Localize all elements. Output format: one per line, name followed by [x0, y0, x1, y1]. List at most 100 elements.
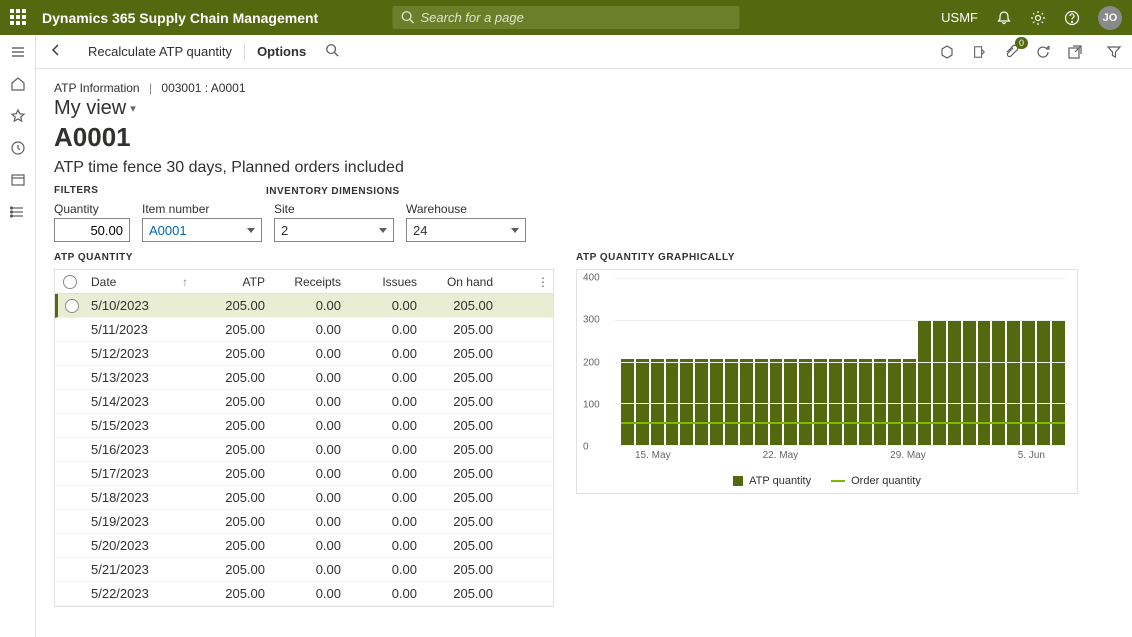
- cell-receipts: 0.00: [271, 418, 347, 433]
- table-row[interactable]: 5/19/2023205.000.000.00205.00: [55, 510, 553, 534]
- search-input[interactable]: [393, 6, 740, 29]
- workspaces-icon[interactable]: [9, 171, 27, 189]
- table-row[interactable]: 5/18/2023205.000.000.00205.00: [55, 486, 553, 510]
- company-picker[interactable]: USMF: [941, 10, 978, 25]
- cell-atp: 205.00: [195, 442, 271, 457]
- chart-bar: [859, 359, 872, 445]
- home-icon[interactable]: [9, 75, 27, 93]
- hamburger-icon[interactable]: [9, 43, 27, 61]
- item-field-group: Item number A0001: [142, 202, 262, 242]
- chart-bar: [814, 359, 827, 445]
- attachments-icon[interactable]: 0: [1002, 43, 1020, 61]
- cell-onhand: 205.00: [423, 514, 499, 529]
- cell-issues: 0.00: [347, 586, 423, 601]
- refresh-icon[interactable]: [1034, 43, 1052, 61]
- chart-bar: [1007, 320, 1020, 445]
- atp-table: Date ↑ ATP Receipts Issues On hand ⋮ 5/1…: [54, 269, 554, 607]
- col-receipts[interactable]: Receipts: [271, 275, 347, 289]
- table-row[interactable]: 5/21/2023205.000.000.00205.00: [55, 558, 553, 582]
- table-row[interactable]: 5/11/2023205.000.000.00205.00: [55, 318, 553, 342]
- more-columns-icon[interactable]: ⋮: [537, 275, 549, 289]
- cell-receipts: 0.00: [271, 490, 347, 505]
- cell-issues: 0.00: [347, 538, 423, 553]
- popout-icon[interactable]: [1066, 43, 1084, 61]
- bell-icon[interactable]: [996, 10, 1012, 26]
- atp-quantity-label: ATP QUANTITY: [54, 252, 554, 263]
- cell-atp: 205.00: [195, 562, 271, 577]
- table-body[interactable]: 5/10/2023205.000.000.00205.005/11/202320…: [55, 294, 553, 606]
- col-onhand[interactable]: On hand: [423, 275, 499, 289]
- cell-date: 5/14/2023: [85, 394, 175, 409]
- chart-bar: [799, 359, 812, 445]
- col-date[interactable]: Date: [85, 275, 175, 289]
- app-launcher-icon[interactable]: [10, 9, 28, 27]
- table-row[interactable]: 5/13/2023205.000.000.00205.00: [55, 366, 553, 390]
- cell-issues: 0.00: [347, 562, 423, 577]
- cell-receipts: 0.00: [271, 322, 347, 337]
- action-search-icon[interactable]: [322, 43, 342, 60]
- table-row[interactable]: 5/15/2023205.000.000.00205.00: [55, 414, 553, 438]
- personalize-icon[interactable]: [938, 43, 956, 61]
- warehouse-select[interactable]: 24: [406, 218, 526, 242]
- chart-bar: [888, 359, 901, 445]
- gear-icon[interactable]: [1030, 10, 1046, 26]
- modules-icon[interactable]: [9, 203, 27, 221]
- chart-bar: [770, 359, 783, 445]
- cell-onhand: 205.00: [423, 394, 499, 409]
- view-selector[interactable]: My view ▾: [54, 97, 1078, 120]
- funnel-icon[interactable]: [1105, 43, 1123, 61]
- sort-indicator-icon[interactable]: ↑: [175, 275, 195, 289]
- recent-icon[interactable]: [9, 139, 27, 157]
- options-button[interactable]: Options: [247, 35, 316, 68]
- quantity-label: Quantity: [54, 202, 130, 216]
- cell-date: 5/18/2023: [85, 490, 175, 505]
- cell-atp: 205.00: [195, 346, 271, 361]
- search-icon: [401, 10, 415, 27]
- site-label: Site: [274, 202, 394, 216]
- cell-receipts: 0.00: [271, 586, 347, 601]
- cell-date: 5/20/2023: [85, 538, 175, 553]
- table-header: Date ↑ ATP Receipts Issues On hand ⋮: [55, 269, 553, 294]
- app-title: Dynamics 365 Supply Chain Management: [42, 10, 318, 26]
- back-button[interactable]: [48, 42, 72, 61]
- breadcrumb-context: 003001 : A0001: [161, 81, 245, 95]
- breadcrumb-page: ATP Information: [54, 81, 140, 95]
- cell-atp: 205.00: [195, 466, 271, 481]
- help-icon[interactable]: [1064, 10, 1080, 26]
- cell-issues: 0.00: [347, 514, 423, 529]
- table-row[interactable]: 5/17/2023205.000.000.00205.00: [55, 462, 553, 486]
- col-issues[interactable]: Issues: [347, 275, 423, 289]
- quantity-input[interactable]: [54, 218, 130, 242]
- cell-receipts: 0.00: [271, 298, 347, 313]
- cell-date: 5/21/2023: [85, 562, 175, 577]
- chart-bar: [874, 359, 887, 445]
- avatar[interactable]: JO: [1098, 6, 1122, 30]
- item-number-select[interactable]: A0001: [142, 218, 262, 242]
- select-all[interactable]: [55, 275, 85, 289]
- chart-bar: [680, 359, 693, 445]
- table-row[interactable]: 5/16/2023205.000.000.00205.00: [55, 438, 553, 462]
- recalculate-button[interactable]: Recalculate ATP quantity: [78, 35, 242, 68]
- page-subtitle: ATP time fence 30 days, Planned orders i…: [54, 159, 1078, 177]
- site-select[interactable]: 2: [274, 218, 394, 242]
- chart-bar: [755, 359, 768, 445]
- chart-bar: [666, 359, 679, 445]
- cell-onhand: 205.00: [423, 562, 499, 577]
- radio-icon: [65, 299, 79, 313]
- page-options-icon[interactable]: [970, 43, 988, 61]
- command-bar-right: 0: [938, 43, 1084, 61]
- table-row[interactable]: 5/14/2023205.000.000.00205.00: [55, 390, 553, 414]
- table-row[interactable]: 5/20/2023205.000.000.00205.00: [55, 534, 553, 558]
- cell-issues: 0.00: [347, 442, 423, 457]
- row-select[interactable]: [58, 299, 85, 313]
- top-header: Dynamics 365 Supply Chain Management USM…: [0, 0, 1132, 35]
- legend-atp-swatch: [733, 476, 743, 486]
- table-row[interactable]: 5/12/2023205.000.000.00205.00: [55, 342, 553, 366]
- star-icon[interactable]: [9, 107, 27, 125]
- col-atp[interactable]: ATP: [195, 275, 271, 289]
- chart-bar: [784, 359, 797, 445]
- record-id-title: A0001: [54, 122, 1078, 153]
- table-row[interactable]: 5/10/2023205.000.000.00205.00: [55, 294, 553, 318]
- table-row[interactable]: 5/22/2023205.000.000.00205.00: [55, 582, 553, 606]
- cell-atp: 205.00: [195, 418, 271, 433]
